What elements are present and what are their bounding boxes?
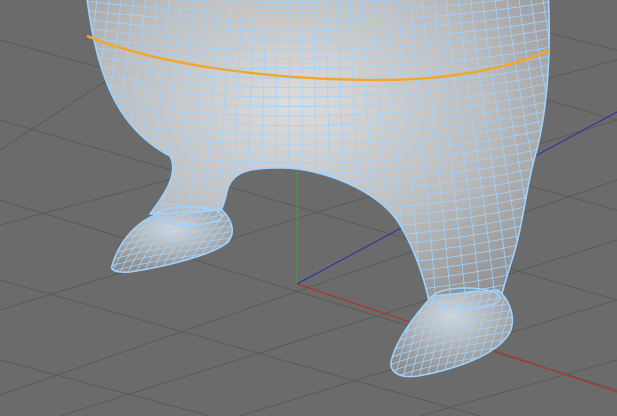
- 3d-viewport[interactable]: [0, 0, 617, 416]
